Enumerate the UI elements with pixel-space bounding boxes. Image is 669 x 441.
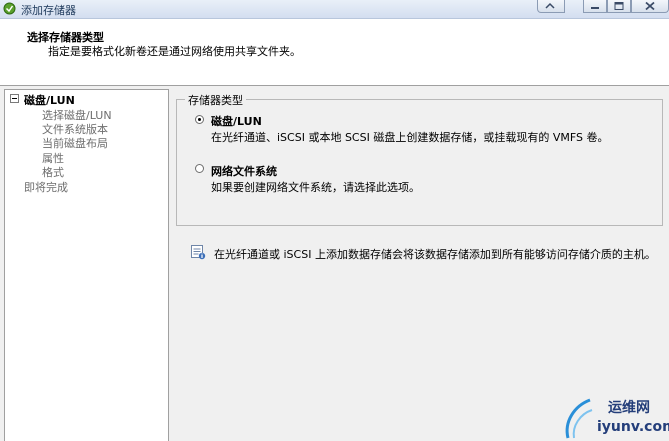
close-button[interactable] [631, 0, 669, 13]
restore-icon [545, 2, 555, 9]
app-icon [3, 2, 16, 15]
wizard-header: 选择存储器类型 指定是要格式化新卷还是通过网络使用共享文件夹。 [0, 19, 669, 86]
info-note: 在光纤通道或 iSCSI 上添加数据存储会将该数据存储添加到所有能够访问存储介质… [214, 248, 656, 261]
watermark-url: iyunv.com [597, 419, 669, 435]
radio-nfs[interactable] [195, 164, 204, 173]
page-subtitle: 指定是要格式化新卷还是通过网络使用共享文件夹。 [48, 45, 301, 58]
storage-type-legend: 存储器类型 [185, 92, 246, 108]
watermark-site-name: 运维网 [608, 400, 650, 416]
option-disk-lun-label[interactable]: 磁盘/LUN [211, 113, 262, 129]
info-icon [191, 245, 206, 260]
option-disk-lun-description: 在光纤通道、iSCSI 或本地 SCSI 磁盘上创建数据存储，或挂载现有的 VM… [211, 131, 609, 144]
option-nfs-label[interactable]: 网络文件系统 [211, 163, 277, 179]
step-disk-lun[interactable]: 磁盘/LUN [24, 92, 75, 108]
step-format[interactable]: 格式 [42, 164, 64, 180]
step-disk-layout[interactable]: 当前磁盘布局 [42, 135, 108, 151]
option-nfs-description: 如果要创建网络文件系统，请选择此选项。 [211, 181, 420, 194]
wizard-step-tree: 磁盘/LUN 选择磁盘/LUN 文件系统版本 当前磁盘布局 属性 格式 即将完成 [4, 89, 169, 441]
tree-collapse-toggle[interactable] [10, 94, 19, 103]
window-title: 添加存储器 [21, 4, 76, 17]
maximize-icon [614, 2, 624, 10]
minimize-icon [591, 7, 599, 9]
minimize-button[interactable] [583, 0, 607, 13]
maximize-button[interactable] [607, 0, 631, 13]
radio-disk-lun[interactable] [195, 115, 204, 124]
restore-button[interactable] [537, 0, 565, 13]
close-icon [645, 1, 655, 11]
title-bar[interactable]: 添加存储器 [0, 0, 669, 19]
step-ready-to-complete[interactable]: 即将完成 [24, 179, 68, 195]
